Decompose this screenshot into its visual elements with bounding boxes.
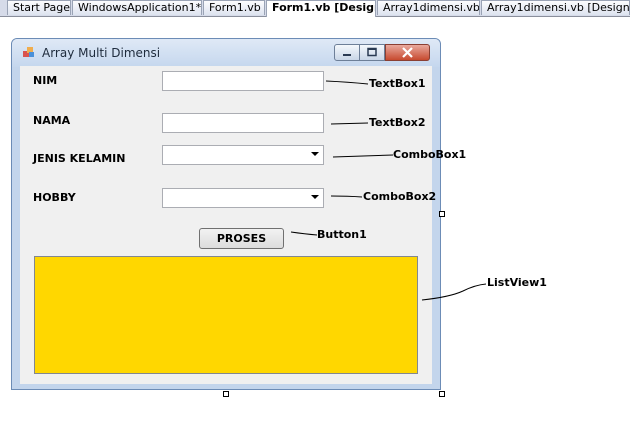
- tab-form1-vb[interactable]: Form1.vb: [203, 0, 265, 15]
- maximize-button[interactable]: [359, 44, 385, 61]
- textbox1-annotation: TextBox1: [369, 77, 426, 90]
- dropdown-arrow-icon[interactable]: [311, 195, 319, 199]
- tab-array1dimensi-vb[interactable]: Array1dimensi.vb: [377, 0, 480, 15]
- listview[interactable]: [34, 256, 418, 374]
- button1-annotation: Button1: [317, 228, 367, 241]
- resize-handle-right[interactable]: [439, 211, 445, 217]
- resize-handle-corner[interactable]: [439, 391, 445, 397]
- proses-button[interactable]: PROSES: [199, 228, 284, 249]
- jenis-kelamin-label: JENIS KELAMIN: [33, 152, 126, 165]
- minimize-button[interactable]: [334, 44, 360, 61]
- close-button[interactable]: [385, 44, 430, 61]
- maximize-icon: [367, 47, 377, 57]
- dropdown-arrow-icon[interactable]: [311, 152, 319, 156]
- hobby-combobox[interactable]: [162, 188, 324, 208]
- jenis-kelamin-combobox[interactable]: [162, 145, 324, 165]
- combobox2-annotation: ComboBox2: [363, 190, 437, 203]
- close-icon: [402, 47, 413, 58]
- hobby-label: HOBBY: [33, 191, 76, 204]
- nama-textbox[interactable]: [162, 113, 324, 133]
- tab-array1dimensi-design[interactable]: Array1dimensi.vb [Design]: [481, 0, 630, 15]
- form-client-area: NIM NAMA JENIS KELAMIN HOBBY PROSES: [20, 66, 432, 384]
- combobox1-annotation: ComboBox1: [393, 148, 467, 161]
- nama-label: NAMA: [33, 114, 71, 127]
- tab-form1-design[interactable]: Form1.vb [Design]: [266, 0, 376, 17]
- nim-label: NIM: [33, 74, 58, 87]
- textbox2-annotation: TextBox2: [369, 116, 426, 129]
- form-title: Array Multi Dimensi: [42, 46, 161, 60]
- application-icon: [23, 47, 34, 57]
- minimize-icon: [343, 54, 351, 56]
- tab-start-page[interactable]: Start Page: [7, 0, 71, 15]
- form-window[interactable]: Array Multi Dimensi NIM NAMA JENIS KELAM…: [11, 38, 441, 390]
- listview1-annotation: ListView1: [487, 276, 547, 289]
- document-tab-strip: Start Page WindowsApplication1* Form1.vb…: [0, 0, 630, 17]
- resize-handle-bottom[interactable]: [223, 391, 229, 397]
- nim-textbox[interactable]: [162, 71, 324, 91]
- tab-windowsapplication1[interactable]: WindowsApplication1*: [72, 0, 202, 15]
- form-titlebar[interactable]: Array Multi Dimensi: [12, 39, 440, 67]
